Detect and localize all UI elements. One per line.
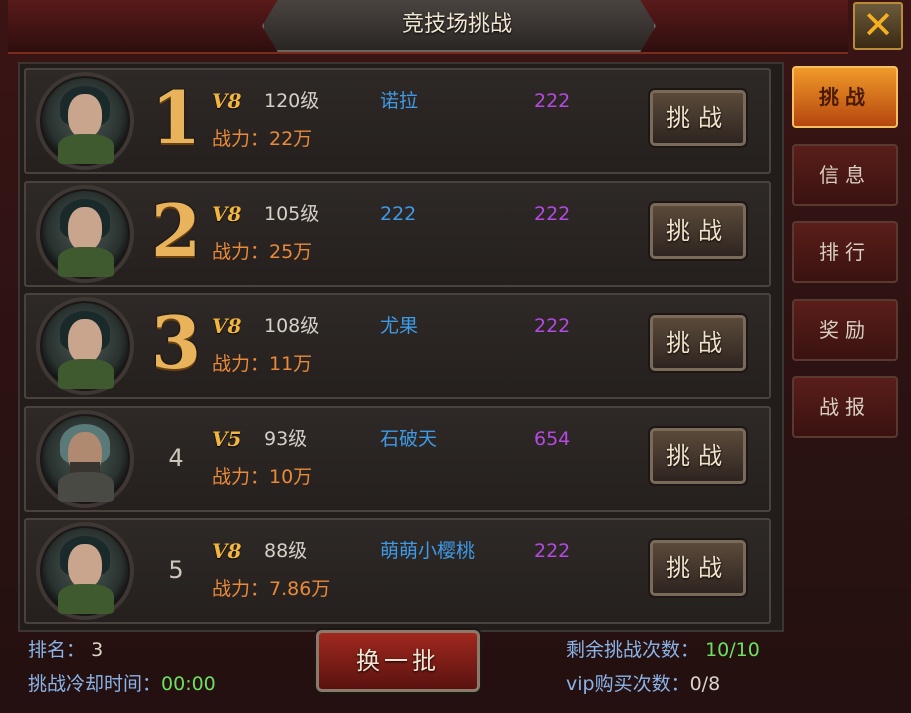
cooldown-value: 00:00 [161,673,216,695]
avatar [36,410,134,508]
close-button[interactable]: ✕ [853,2,903,50]
challenge-button[interactable]: 挑战 [650,203,746,259]
remaining-challenges: 剩余挑战次数： 10/10 [566,638,760,662]
window-title: 竞技场挑战 [401,12,512,37]
challenge-button[interactable]: 挑战 [650,540,746,596]
player-name: 萌萌小樱桃 [380,540,476,562]
opponent-row-1: 1 V8 120级 诺拉 222 战力：22万 挑战 [24,68,771,174]
player-score: 222 [534,90,571,112]
vip-purchases: vip购买次数：0/8 [566,672,720,696]
tab-info[interactable]: 信息 [792,144,898,206]
player-score: 222 [534,540,571,562]
cooldown: 挑战冷却时间：00:00 [28,672,216,696]
my-rank-label: 排名： [28,639,86,661]
refresh-opponents-button[interactable]: 换一批 [316,630,480,692]
challenge-button[interactable]: 挑战 [650,90,746,146]
player-level: 120级 [264,90,320,112]
player-level: 105级 [264,203,320,225]
player-name: 222 [380,203,417,225]
combat-power: 战力：25万 [212,241,313,263]
vip-badge: V8 [212,314,242,338]
player-score: 222 [534,203,571,225]
player-name: 诺拉 [380,90,419,112]
player-score: 654 [534,428,571,450]
combat-power: 战力：22万 [212,128,313,150]
rank-number: 5 [168,556,184,584]
vip-badge: V5 [212,427,242,451]
combat-power: 战力：7.86万 [212,578,331,600]
rank-number: 2 [150,188,202,273]
challenge-button[interactable]: 挑战 [650,315,746,371]
vip-purchase-label: vip购买次数： [566,673,690,695]
avatar [36,522,134,620]
rank-number: 3 [150,300,202,385]
opponent-row-2: 2 V8 105级 222 222 战力：25万 挑战 [24,181,771,287]
avatar [36,72,134,170]
my-rank-value: 3 [91,639,104,661]
player-level: 88级 [264,540,308,562]
player-score: 222 [534,315,571,337]
my-rank: 排名： 3 [28,638,103,662]
tab-challenge[interactable]: 挑战 [792,66,898,128]
opponent-row-5: 5 V8 88级 萌萌小樱桃 222 战力：7.86万 挑战 [24,518,771,624]
player-name: 石破天 [380,428,438,450]
cooldown-label: 挑战冷却时间： [28,673,162,695]
vip-purchase-value: 0/8 [689,673,721,695]
close-icon: ✕ [862,3,894,47]
remaining-label: 剩余挑战次数： [566,639,700,661]
player-name: 尤果 [380,315,419,337]
combat-power: 战力：11万 [212,353,313,375]
opponent-row-3: 3 V8 108级 尤果 222 战力：11万 挑战 [24,293,771,399]
challenge-button[interactable]: 挑战 [650,428,746,484]
avatar [36,185,134,283]
rank-number: 4 [168,444,184,472]
vip-badge: V8 [212,89,242,113]
player-level: 93级 [264,428,308,450]
combat-power: 战力：10万 [212,466,313,488]
rank-number: 1 [150,75,202,160]
player-level: 108级 [264,315,320,337]
avatar [36,297,134,395]
remaining-value: 10/10 [705,639,760,661]
tab-ranking[interactable]: 排行 [792,221,898,283]
tab-battle-report[interactable]: 战报 [792,376,898,438]
vip-badge: V8 [212,539,242,563]
vip-badge: V8 [212,202,242,226]
opponent-row-4: 4 V5 93级 石破天 654 战力：10万 挑战 [24,406,771,512]
tab-rewards[interactable]: 奖励 [792,299,898,361]
